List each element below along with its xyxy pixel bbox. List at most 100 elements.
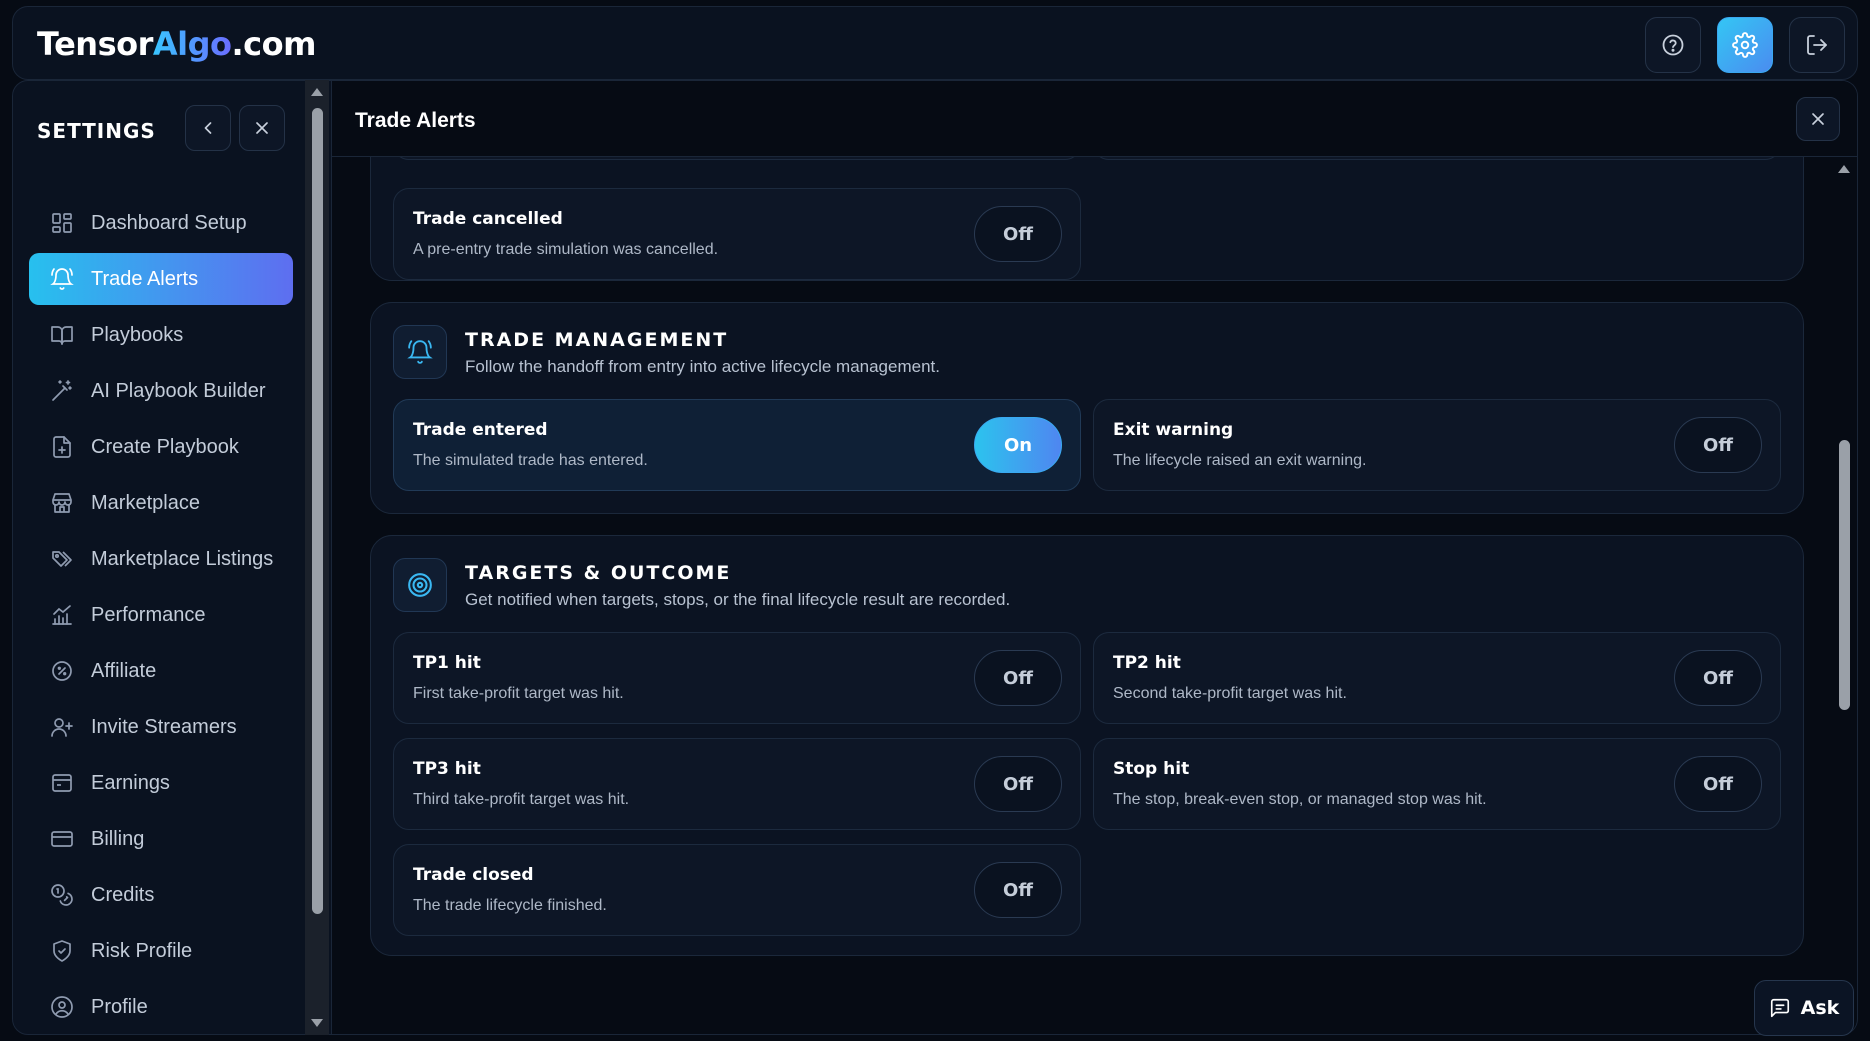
sidebar-item-create-playbook[interactable]: Create Playbook (29, 421, 293, 473)
section-entry: Trade cancelled A pre-entry trade simula… (370, 157, 1804, 281)
content-scrollbar-thumb[interactable] (1839, 440, 1850, 710)
credit-card-icon (49, 826, 75, 852)
settings-sidebar: SETTINGS Dashboard Setup Trade Alerts Pl… (12, 80, 332, 1035)
alert-description: The stop, break-even stop, or managed st… (1113, 791, 1487, 808)
sidebar-item-label: Invite Streamers (91, 715, 237, 738)
help-circle-icon (1662, 34, 1684, 56)
alert-toggle[interactable]: Off (974, 206, 1062, 262)
panel-header: Trade Alerts (332, 81, 1857, 157)
alert-toggle[interactable]: On (974, 417, 1062, 473)
sidebar-title: SETTINGS (37, 119, 156, 143)
sidebar-item-label: AI Playbook Builder (91, 379, 266, 402)
sidebar-item-profile[interactable]: Profile (29, 981, 293, 1033)
alert-title: TP3 hit (413, 759, 481, 779)
sidebar-item-trade-alerts[interactable]: Trade Alerts (29, 253, 293, 305)
alert-card-previous-right (1093, 157, 1781, 160)
alert-toggle[interactable]: Off (974, 756, 1062, 812)
sidebar-item-marketplace-listings[interactable]: Marketplace Listings (29, 533, 293, 585)
alert-title: Trade cancelled (413, 209, 563, 229)
sidebar-item-affiliate[interactable]: Affiliate (29, 645, 293, 697)
alert-description: A pre-entry trade simulation was cancell… (413, 241, 719, 258)
sidebar-item-label: Marketplace Listings (91, 547, 274, 570)
sidebar-item-playbooks[interactable]: Playbooks (29, 309, 293, 361)
sidebar-item-label: Profile (91, 995, 148, 1018)
sidebar-scrollbar[interactable] (305, 80, 329, 1035)
sidebar-item-billing[interactable]: Billing (29, 813, 293, 865)
logo-text-tensor: Tensor (37, 25, 153, 63)
alert-title: Trade entered (413, 420, 548, 440)
alert-toggle[interactable]: Off (974, 862, 1062, 918)
alert-card-tp3-hit: TP3 hit Third take-profit target was hit… (393, 738, 1081, 830)
sidebar-item-invite-streamers[interactable]: Invite Streamers (29, 701, 293, 753)
user-plus-icon (49, 714, 75, 740)
page-title: Trade Alerts (355, 109, 476, 132)
alert-description: The lifecycle raised an exit warning. (1113, 452, 1367, 469)
scroll-up-arrow-icon[interactable] (311, 88, 323, 96)
alert-title: TP2 hit (1113, 653, 1181, 673)
chevron-left-icon (204, 122, 212, 134)
alert-card-previous-left (393, 157, 1081, 160)
sidebar-item-label: Performance (91, 603, 206, 626)
shield-check-icon (49, 938, 75, 964)
collapse-sidebar-button[interactable] (185, 105, 231, 151)
sidebar-item-dashboard-setup[interactable]: Dashboard Setup (29, 197, 293, 249)
user-circle-icon (49, 994, 75, 1020)
close-panel-button[interactable] (1796, 97, 1840, 141)
scroll-up-arrow-icon[interactable] (1838, 165, 1850, 173)
alert-card-exit-warning: Exit warning The lifecycle raised an exi… (1093, 399, 1781, 491)
close-sidebar-button[interactable] (239, 105, 285, 151)
ask-button[interactable]: Ask (1754, 980, 1854, 1036)
store-icon (49, 490, 75, 516)
bell-icon (393, 325, 447, 379)
alert-card-trade-closed: Trade closed The trade lifecycle finishe… (393, 844, 1081, 936)
alert-description: Third take-profit target was hit. (413, 791, 630, 808)
close-icon (256, 122, 268, 134)
sidebar-nav: Dashboard Setup Trade Alerts Playbooks A… (29, 197, 293, 1034)
sidebar-item-label: Billing (91, 827, 145, 850)
logo[interactable]: TensorAlgo.com (37, 25, 316, 63)
section-description: Get notified when targets, stops, or the… (465, 590, 1011, 609)
alert-toggle[interactable]: Off (1674, 417, 1762, 473)
sidebar-item-risk-profile[interactable]: Risk Profile (29, 925, 293, 977)
alert-toggle[interactable]: Off (1674, 756, 1762, 812)
help-button[interactable] (1645, 17, 1701, 73)
gear-icon (1732, 32, 1758, 58)
alert-card-stop-hit: Stop hit The stop, break-even stop, or m… (1093, 738, 1781, 830)
sidebar-item-credits[interactable]: Credits (29, 869, 293, 921)
alert-description: Second take-profit target was hit. (1113, 685, 1347, 702)
badge-percent-icon (49, 658, 75, 684)
settings-button[interactable] (1717, 17, 1773, 73)
alert-description: First take-profit target was hit. (413, 685, 624, 702)
content-scrollbar[interactable] (1832, 157, 1856, 1034)
alert-card-tp2-hit: TP2 hit Second take-profit target was hi… (1093, 632, 1781, 724)
alert-toggle[interactable]: Off (1674, 650, 1762, 706)
section-title: TRADE MANAGEMENT (465, 329, 729, 351)
sidebar-item-label: Playbooks (91, 323, 184, 346)
sidebar-scrollbar-thumb[interactable] (312, 108, 323, 914)
bar-chart-icon (49, 602, 75, 628)
sidebar-item-label: Earnings (91, 771, 170, 794)
dashboard-grid-icon (49, 210, 75, 236)
alert-card-trade-cancelled: Trade cancelled A pre-entry trade simula… (393, 188, 1081, 280)
alert-toggle[interactable]: Off (974, 650, 1062, 706)
ask-button-label: Ask (1800, 997, 1840, 1019)
alert-title: TP1 hit (413, 653, 481, 673)
sidebar-item-performance[interactable]: Performance (29, 589, 293, 641)
section-description: Follow the handoff from entry into activ… (465, 357, 940, 376)
coins-icon (49, 882, 75, 908)
sidebar-item-marketplace[interactable]: Marketplace (29, 477, 293, 529)
logout-button[interactable] (1789, 17, 1845, 73)
logout-icon (1807, 35, 1827, 55)
top-bar: TensorAlgo.com (12, 6, 1858, 80)
bell-icon (49, 266, 75, 292)
trade-alerts-panel: Trade Alerts Trade cancelled A pre-entry… (332, 80, 1858, 1035)
scroll-down-arrow-icon[interactable] (311, 1019, 323, 1027)
section-trade-management: TRADE MANAGEMENT Follow the handoff from… (370, 302, 1804, 514)
section-targets-outcome: TARGETS & OUTCOME Get notified when targ… (370, 535, 1804, 956)
panel-content: Trade cancelled A pre-entry trade simula… (332, 157, 1832, 1034)
sidebar-item-label: Credits (91, 883, 155, 906)
sidebar-item-ai-playbook-builder[interactable]: AI Playbook Builder (29, 365, 293, 417)
file-plus-icon (49, 434, 75, 460)
sidebar-item-earnings[interactable]: Earnings (29, 757, 293, 809)
alert-title: Exit warning (1113, 420, 1234, 440)
